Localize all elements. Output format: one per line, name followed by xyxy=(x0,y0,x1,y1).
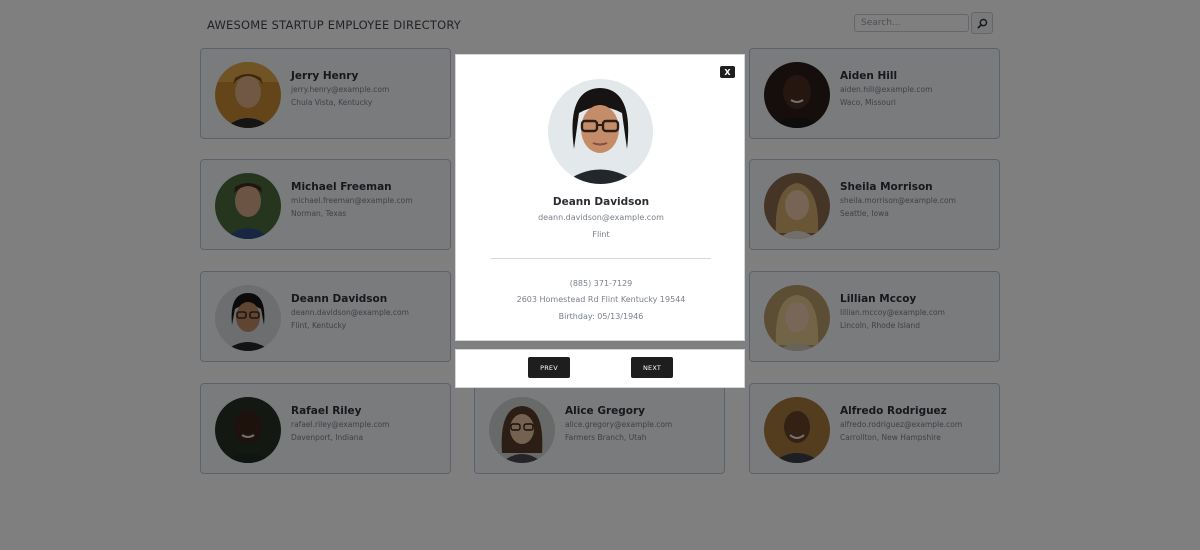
modal-address: 2603 Homestead Rd Flint Kentucky 19544 xyxy=(516,295,686,304)
modal-email: deann.davidson@example.com xyxy=(538,213,664,222)
modal-city: Flint xyxy=(592,230,610,239)
prev-button[interactable]: PREV xyxy=(528,357,570,378)
close-button[interactable]: X xyxy=(720,66,735,78)
next-button[interactable]: NEXT xyxy=(631,357,673,378)
modal-birthday: Birthday: 05/13/1946 xyxy=(558,312,644,321)
modal-name: Deann Davidson xyxy=(552,196,650,208)
modal-phone: (885) 371-7129 xyxy=(569,279,633,288)
modal-avatar xyxy=(548,79,653,184)
modal-divider xyxy=(491,258,711,259)
modal-navigation: PREV NEXT xyxy=(455,349,745,388)
employee-modal: X Deann Davidson deann.davidson@example.… xyxy=(455,54,745,341)
